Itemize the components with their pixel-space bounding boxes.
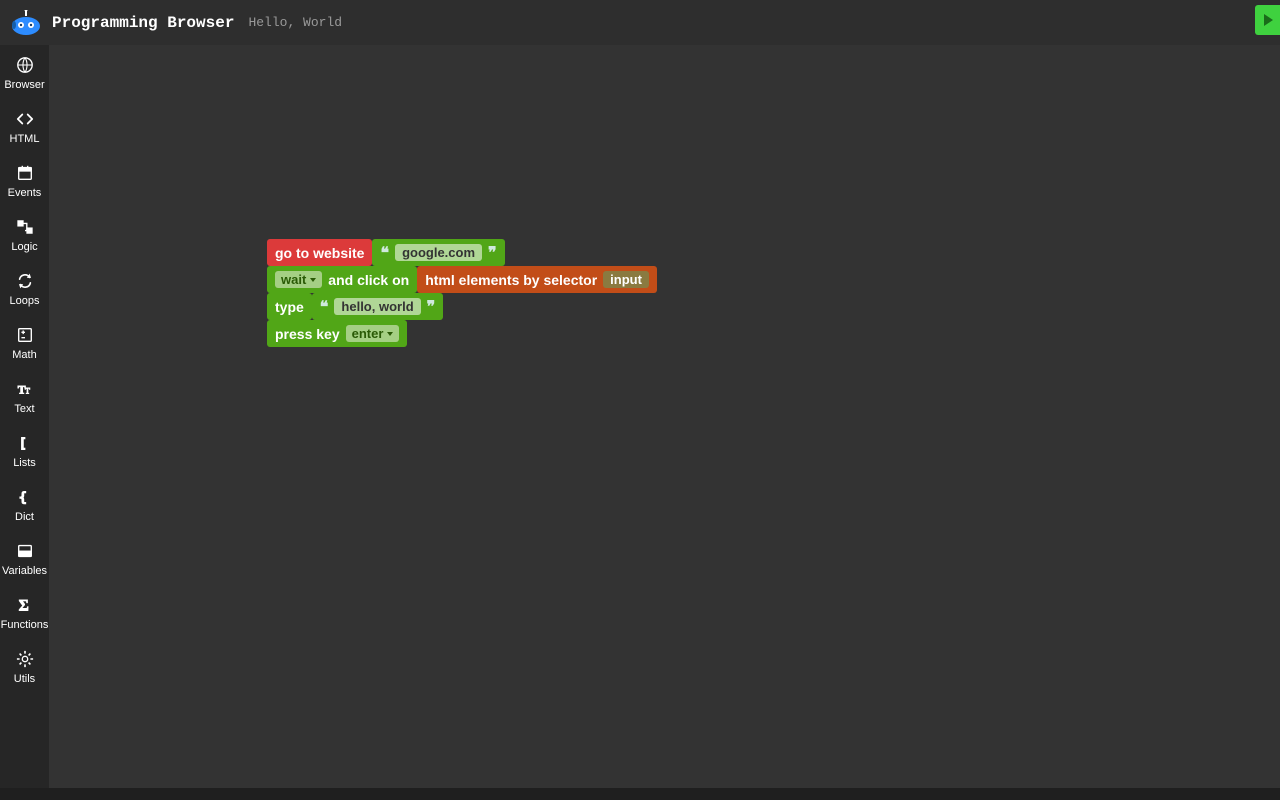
sidebar-item-html[interactable]: HTML: [0, 109, 49, 145]
sidebar-item-label: Lists: [13, 457, 36, 469]
block-press-key[interactable]: press key enter: [267, 320, 657, 347]
sidebar-item-browser[interactable]: Browser: [0, 55, 49, 91]
variables-icon: [15, 541, 35, 561]
sidebar-item-math[interactable]: Math: [0, 325, 49, 361]
sidebar-item-label: Functions: [1, 619, 49, 631]
block-stack[interactable]: go to website ❝ google.com ❞ wait and cl…: [267, 239, 657, 347]
string-block[interactable]: ❝ google.com ❞: [372, 239, 504, 266]
workspace-canvas[interactable]: go to website ❝ google.com ❞ wait and cl…: [49, 45, 1280, 788]
string-block[interactable]: ❝ hello, world ❞: [312, 293, 443, 320]
quote-open-icon: ❝: [377, 243, 392, 263]
sidebar-item-label: Loops: [10, 295, 40, 307]
sidebar-item-events[interactable]: Events: [0, 163, 49, 199]
dict-icon: { }: [15, 487, 35, 507]
block-label: html elements by selector: [425, 272, 597, 288]
project-name: Hello, World: [248, 15, 342, 30]
block-go-to-website[interactable]: go to website ❝ google.com ❞: [267, 239, 657, 266]
category-sidebar: Browser HTML Events Logic Loops: [0, 45, 49, 788]
gear-icon: [15, 649, 35, 669]
quote-close-icon: ❞: [424, 297, 439, 317]
sidebar-item-label: Utils: [14, 673, 35, 685]
block-segment: wait and click on: [267, 266, 417, 293]
globe-icon: [15, 55, 35, 75]
sidebar-item-dict[interactable]: { } Dict: [0, 487, 49, 523]
svg-text:T: T: [25, 387, 30, 396]
block-wait-and-click[interactable]: wait and click on html elements by selec…: [267, 266, 657, 293]
sidebar-item-label: Dict: [15, 511, 34, 523]
functions-icon: Σ: [15, 595, 35, 615]
selector-value[interactable]: input: [603, 271, 649, 288]
quote-close-icon: ❞: [485, 243, 500, 263]
block-html-selector[interactable]: html elements by selector input: [417, 266, 657, 293]
block-label: press key: [275, 326, 340, 342]
loops-icon: [15, 271, 35, 291]
block-label: type: [267, 293, 312, 320]
string-value[interactable]: hello, world: [334, 298, 420, 315]
svg-text:Σ: Σ: [18, 597, 28, 614]
sidebar-item-loops[interactable]: Loops: [0, 271, 49, 307]
sidebar-item-label: Browser: [4, 79, 44, 91]
sidebar-item-label: Logic: [11, 241, 37, 253]
app-title: Programming Browser: [52, 14, 234, 32]
string-value[interactable]: google.com: [395, 244, 482, 261]
lists-icon: [ ]: [15, 433, 35, 453]
code-icon: [15, 109, 35, 129]
key-dropdown[interactable]: enter: [346, 325, 400, 342]
calendar-icon: [15, 163, 35, 183]
block-label: and click on: [328, 272, 409, 288]
text-icon: TT: [15, 379, 35, 399]
sidebar-item-label: HTML: [10, 133, 40, 145]
sidebar-item-label: Math: [12, 349, 36, 361]
svg-text:{ }: { }: [18, 490, 33, 506]
sidebar-item-lists[interactable]: [ ] Lists: [0, 433, 49, 469]
sidebar-item-logic[interactable]: Logic: [0, 217, 49, 253]
app-logo-icon: [10, 10, 42, 36]
block-label: go to website: [267, 239, 372, 266]
topbar: Programming Browser Hello, World: [0, 0, 1280, 45]
svg-text:[ ]: [ ]: [18, 436, 33, 452]
block-segment: press key enter: [267, 320, 407, 347]
sidebar-item-label: Events: [8, 187, 42, 199]
logic-icon: [15, 217, 35, 237]
sidebar-item-functions[interactable]: Σ Functions: [0, 595, 49, 631]
block-type[interactable]: type ❝ hello, world ❞: [267, 293, 657, 320]
sidebar-item-label: Variables: [2, 565, 47, 577]
sidebar-item-label: Text: [14, 403, 34, 415]
sidebar-item-utils[interactable]: Utils: [0, 649, 49, 685]
run-button[interactable]: [1255, 5, 1280, 35]
sidebar-item-variables[interactable]: Variables: [0, 541, 49, 577]
wait-dropdown[interactable]: wait: [275, 271, 322, 288]
bottom-bar: [0, 788, 1280, 800]
math-icon: [15, 325, 35, 345]
quote-open-icon: ❝: [317, 297, 332, 317]
sidebar-item-text[interactable]: TT Text: [0, 379, 49, 415]
